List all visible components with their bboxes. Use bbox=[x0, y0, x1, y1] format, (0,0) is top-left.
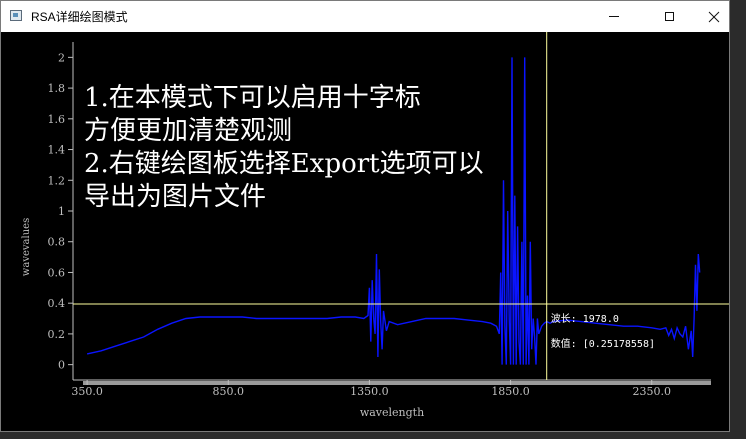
maximize-button[interactable] bbox=[646, 1, 692, 32]
x-tick-label: 850.0 bbox=[213, 385, 245, 398]
maximize-icon bbox=[664, 12, 674, 21]
overlay-line-4: 导出为图片文件 bbox=[84, 182, 267, 212]
window-title: RSA详细绘图模式 bbox=[31, 10, 128, 24]
overlay-line-1: 1.在本模式下可以启用十字标 bbox=[84, 83, 421, 113]
x-axis-label: wavelength bbox=[360, 406, 424, 419]
wavelength-value: 1978.0 bbox=[582, 313, 619, 325]
y-tick-label: 1.6 bbox=[48, 113, 66, 126]
y-tick-label: 0.4 bbox=[48, 297, 66, 310]
y-tick-label: 1.8 bbox=[48, 82, 66, 95]
y-axis-label: wavevalues bbox=[21, 218, 32, 276]
y-tick-label: 0.2 bbox=[48, 328, 66, 341]
x-tick-label: 1350.0 bbox=[350, 385, 389, 398]
x-tick-label: 1850.0 bbox=[491, 385, 530, 398]
y-tick-label: 0 bbox=[58, 359, 65, 372]
x-axis-scroll-bar bbox=[83, 381, 711, 385]
x-tick-label: 350.0 bbox=[71, 385, 103, 398]
y-tick-label: 1.2 bbox=[48, 174, 66, 187]
overlay-line-2: 方便更加清楚观测 bbox=[84, 116, 293, 146]
y-tick-label: 2 bbox=[58, 51, 65, 64]
app-icon bbox=[10, 10, 22, 21]
overlay-line-3: 2.右键绘图板选择Export选项可以 bbox=[84, 149, 484, 179]
value-value: [0.25178558] bbox=[582, 338, 655, 350]
overlay-instructions: 1.在本模式下可以启用十字标 方便更加清楚观测 2.右键绘图板选择Export选… bbox=[84, 82, 534, 214]
minimize-icon bbox=[609, 16, 619, 17]
y-tick-label: 1 bbox=[58, 205, 65, 218]
crosshair-wavelength-readout: 波长: 1978.0 bbox=[551, 310, 619, 325]
wavelength-label: 波长: bbox=[550, 313, 577, 325]
x-tick-label: 2350.0 bbox=[632, 385, 671, 398]
plot-window: RSA详细绘图模式 0 0.2 0.4 0.6 0.8 1 1.2 1.4 1.6 1.8 2 350… bbox=[0, 0, 730, 432]
close-button[interactable] bbox=[691, 1, 729, 32]
minimize-button[interactable] bbox=[591, 1, 637, 32]
y-tick-label: 0.8 bbox=[48, 236, 66, 249]
background-window-right bbox=[736, 0, 746, 439]
value-label: 数值: bbox=[550, 338, 577, 350]
title-bar[interactable]: RSA详细绘图模式 bbox=[1, 1, 729, 32]
close-icon bbox=[708, 11, 720, 22]
crosshair-value-readout: 数值: [0.25178558] bbox=[551, 335, 655, 350]
plot-area[interactable]: 0 0.2 0.4 0.6 0.8 1 1.2 1.4 1.6 1.8 2 350.0 850.0 135… bbox=[1, 32, 729, 431]
y-tick-label: 1.4 bbox=[48, 144, 66, 157]
y-tick-label: 0.6 bbox=[48, 266, 66, 279]
